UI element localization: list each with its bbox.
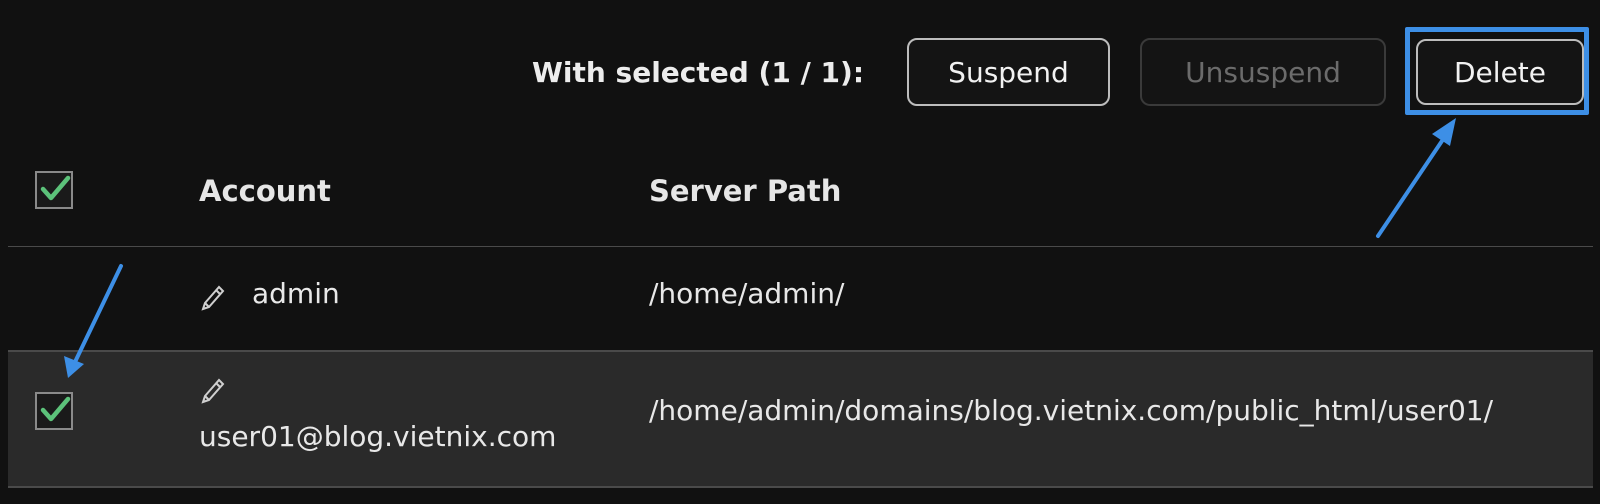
pencil-icon[interactable]	[199, 374, 227, 404]
unsuspend-button[interactable]: Unsuspend	[1140, 38, 1386, 106]
select-all-checkbox[interactable]	[35, 171, 73, 209]
account-name: user01@blog.vietnix.com	[199, 420, 557, 453]
suspend-button[interactable]: Suspend	[907, 38, 1110, 106]
table-header: Account Server Path	[8, 150, 1593, 248]
check-icon	[40, 175, 71, 201]
server-path: /home/admin/domains/blog.vietnix.com/pub…	[649, 394, 1494, 427]
check-icon	[40, 396, 71, 422]
table-row[interactable]: admin /home/admin/	[8, 247, 1593, 352]
pencil-icon[interactable]	[199, 281, 227, 311]
server-path: /home/admin/	[649, 277, 845, 310]
delete-button[interactable]: Delete	[1416, 39, 1584, 105]
table-row[interactable]: user01@blog.vietnix.com /home/admin/doma…	[8, 352, 1593, 488]
account-name: admin	[252, 277, 340, 310]
column-header-server-path[interactable]: Server Path	[649, 174, 841, 208]
bulk-action-toolbar: With selected (1 / 1): Suspend Unsuspend…	[0, 0, 1600, 150]
with-selected-label: With selected (1 / 1):	[532, 56, 865, 89]
row-checkbox[interactable]	[35, 392, 73, 430]
column-header-account[interactable]: Account	[199, 174, 331, 208]
